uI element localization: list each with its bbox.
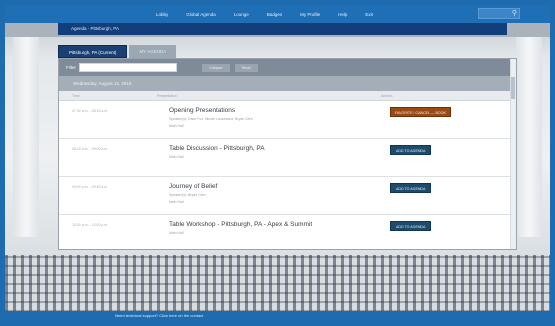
session-track: Main Hall: [169, 231, 184, 235]
session-speakers: Speaker(s): Bryan Glen: [169, 193, 206, 197]
tab-my-agenda[interactable]: MY AGENDA: [129, 45, 177, 58]
session-track: Main Hall: [169, 200, 184, 204]
filter-label: Filter: [66, 65, 76, 70]
add-to-agenda-button[interactable]: ADD TO AGENDA: [390, 221, 432, 231]
top-navigation-bar: Lobby Global Agenda Lounge Badges My Pro…: [5, 5, 550, 23]
pillar-right: [516, 37, 542, 237]
nav-badges[interactable]: Badges: [258, 12, 291, 17]
agenda-tabs: Pittsburgh, PA (Current) MY AGENDA: [58, 45, 177, 58]
nav-my-profile[interactable]: My Profile: [291, 12, 329, 17]
tab-current-location[interactable]: Pittsburgh, PA (Current): [58, 45, 128, 58]
session-time: 08:15 a.m. - 09:00 a.m.: [72, 147, 109, 151]
filter-input[interactable]: [79, 63, 177, 72]
day-header[interactable]: Wednesday, August 12, 2015: [59, 76, 516, 91]
nav-help[interactable]: Help: [329, 12, 356, 17]
session-track: Main Hall: [169, 155, 184, 159]
add-to-agenda-button[interactable]: ADD TO AGENDA: [390, 183, 432, 193]
favorite-book-button[interactable]: FAVORITE / CANCEL — BOOK: [390, 107, 451, 117]
scrollbar-thumb[interactable]: [511, 77, 515, 99]
session-row: 08:15 a.m. - 09:00 a.m. Table Discussion…: [59, 139, 516, 177]
session-track: Main Hall: [169, 124, 184, 128]
support-caption[interactable]: Need technical support? Click here on th…: [5, 311, 550, 321]
session-title[interactable]: Table Workshop - Pittsburgh, PA - Apex &…: [169, 221, 312, 228]
session-row: 09:00 a.m. - 09:45 a.m. Journey of Belie…: [59, 177, 516, 215]
nav-menu: Lobby Global Agenda Lounge Badges My Pro…: [147, 12, 382, 17]
session-title[interactable]: Opening Presentations: [169, 107, 235, 114]
agenda-scrollbar[interactable]: [510, 59, 516, 249]
column-header-time: Time: [72, 94, 80, 98]
nav-lounge[interactable]: Lounge: [225, 12, 258, 17]
app-frame: Lobby Global Agenda Lounge Badges My Pro…: [0, 0, 555, 326]
reset-button[interactable]: Reset: [234, 63, 258, 72]
session-title[interactable]: Journey of Belief: [169, 183, 217, 190]
pillar-left: [13, 37, 39, 237]
agenda-title-bar: Agenda - Pittsburgh, PA: [58, 23, 507, 35]
search-icon[interactable]: ⚲: [509, 8, 520, 19]
nav-exit[interactable]: Exit: [356, 12, 382, 17]
column-header-presentation: Presentation: [157, 94, 177, 98]
agenda-panel: Filter Collapse Reset Wednesday, August …: [58, 58, 517, 250]
nav-lobby[interactable]: Lobby: [147, 12, 177, 17]
collapse-button[interactable]: Collapse: [202, 63, 230, 72]
session-time: 10:00 a.m. - 12:00 p.m.: [72, 223, 109, 227]
add-to-agenda-button[interactable]: ADD TO AGENDA: [390, 145, 432, 155]
filter-bar: Filter Collapse Reset: [59, 59, 516, 76]
session-row: 07:30 a.m. - 08:15 a.m. Opening Presenta…: [59, 101, 516, 139]
session-time: 07:30 a.m. - 08:15 a.m.: [72, 109, 109, 113]
session-time: 09:00 a.m. - 09:45 a.m.: [72, 185, 109, 189]
nav-global-agenda[interactable]: Global Agenda: [177, 12, 225, 17]
session-row: 10:00 a.m. - 12:00 p.m. Table Workshop -…: [59, 215, 516, 249]
column-header-actions: Actions: [381, 94, 393, 98]
session-speakers: Speaker(s): Dave Fox, Nicole Lamoreaux, …: [169, 117, 253, 121]
column-header-row: Time Presentation Actions: [59, 91, 516, 101]
session-title[interactable]: Table Discussion - Pittsburgh, PA: [169, 145, 265, 152]
